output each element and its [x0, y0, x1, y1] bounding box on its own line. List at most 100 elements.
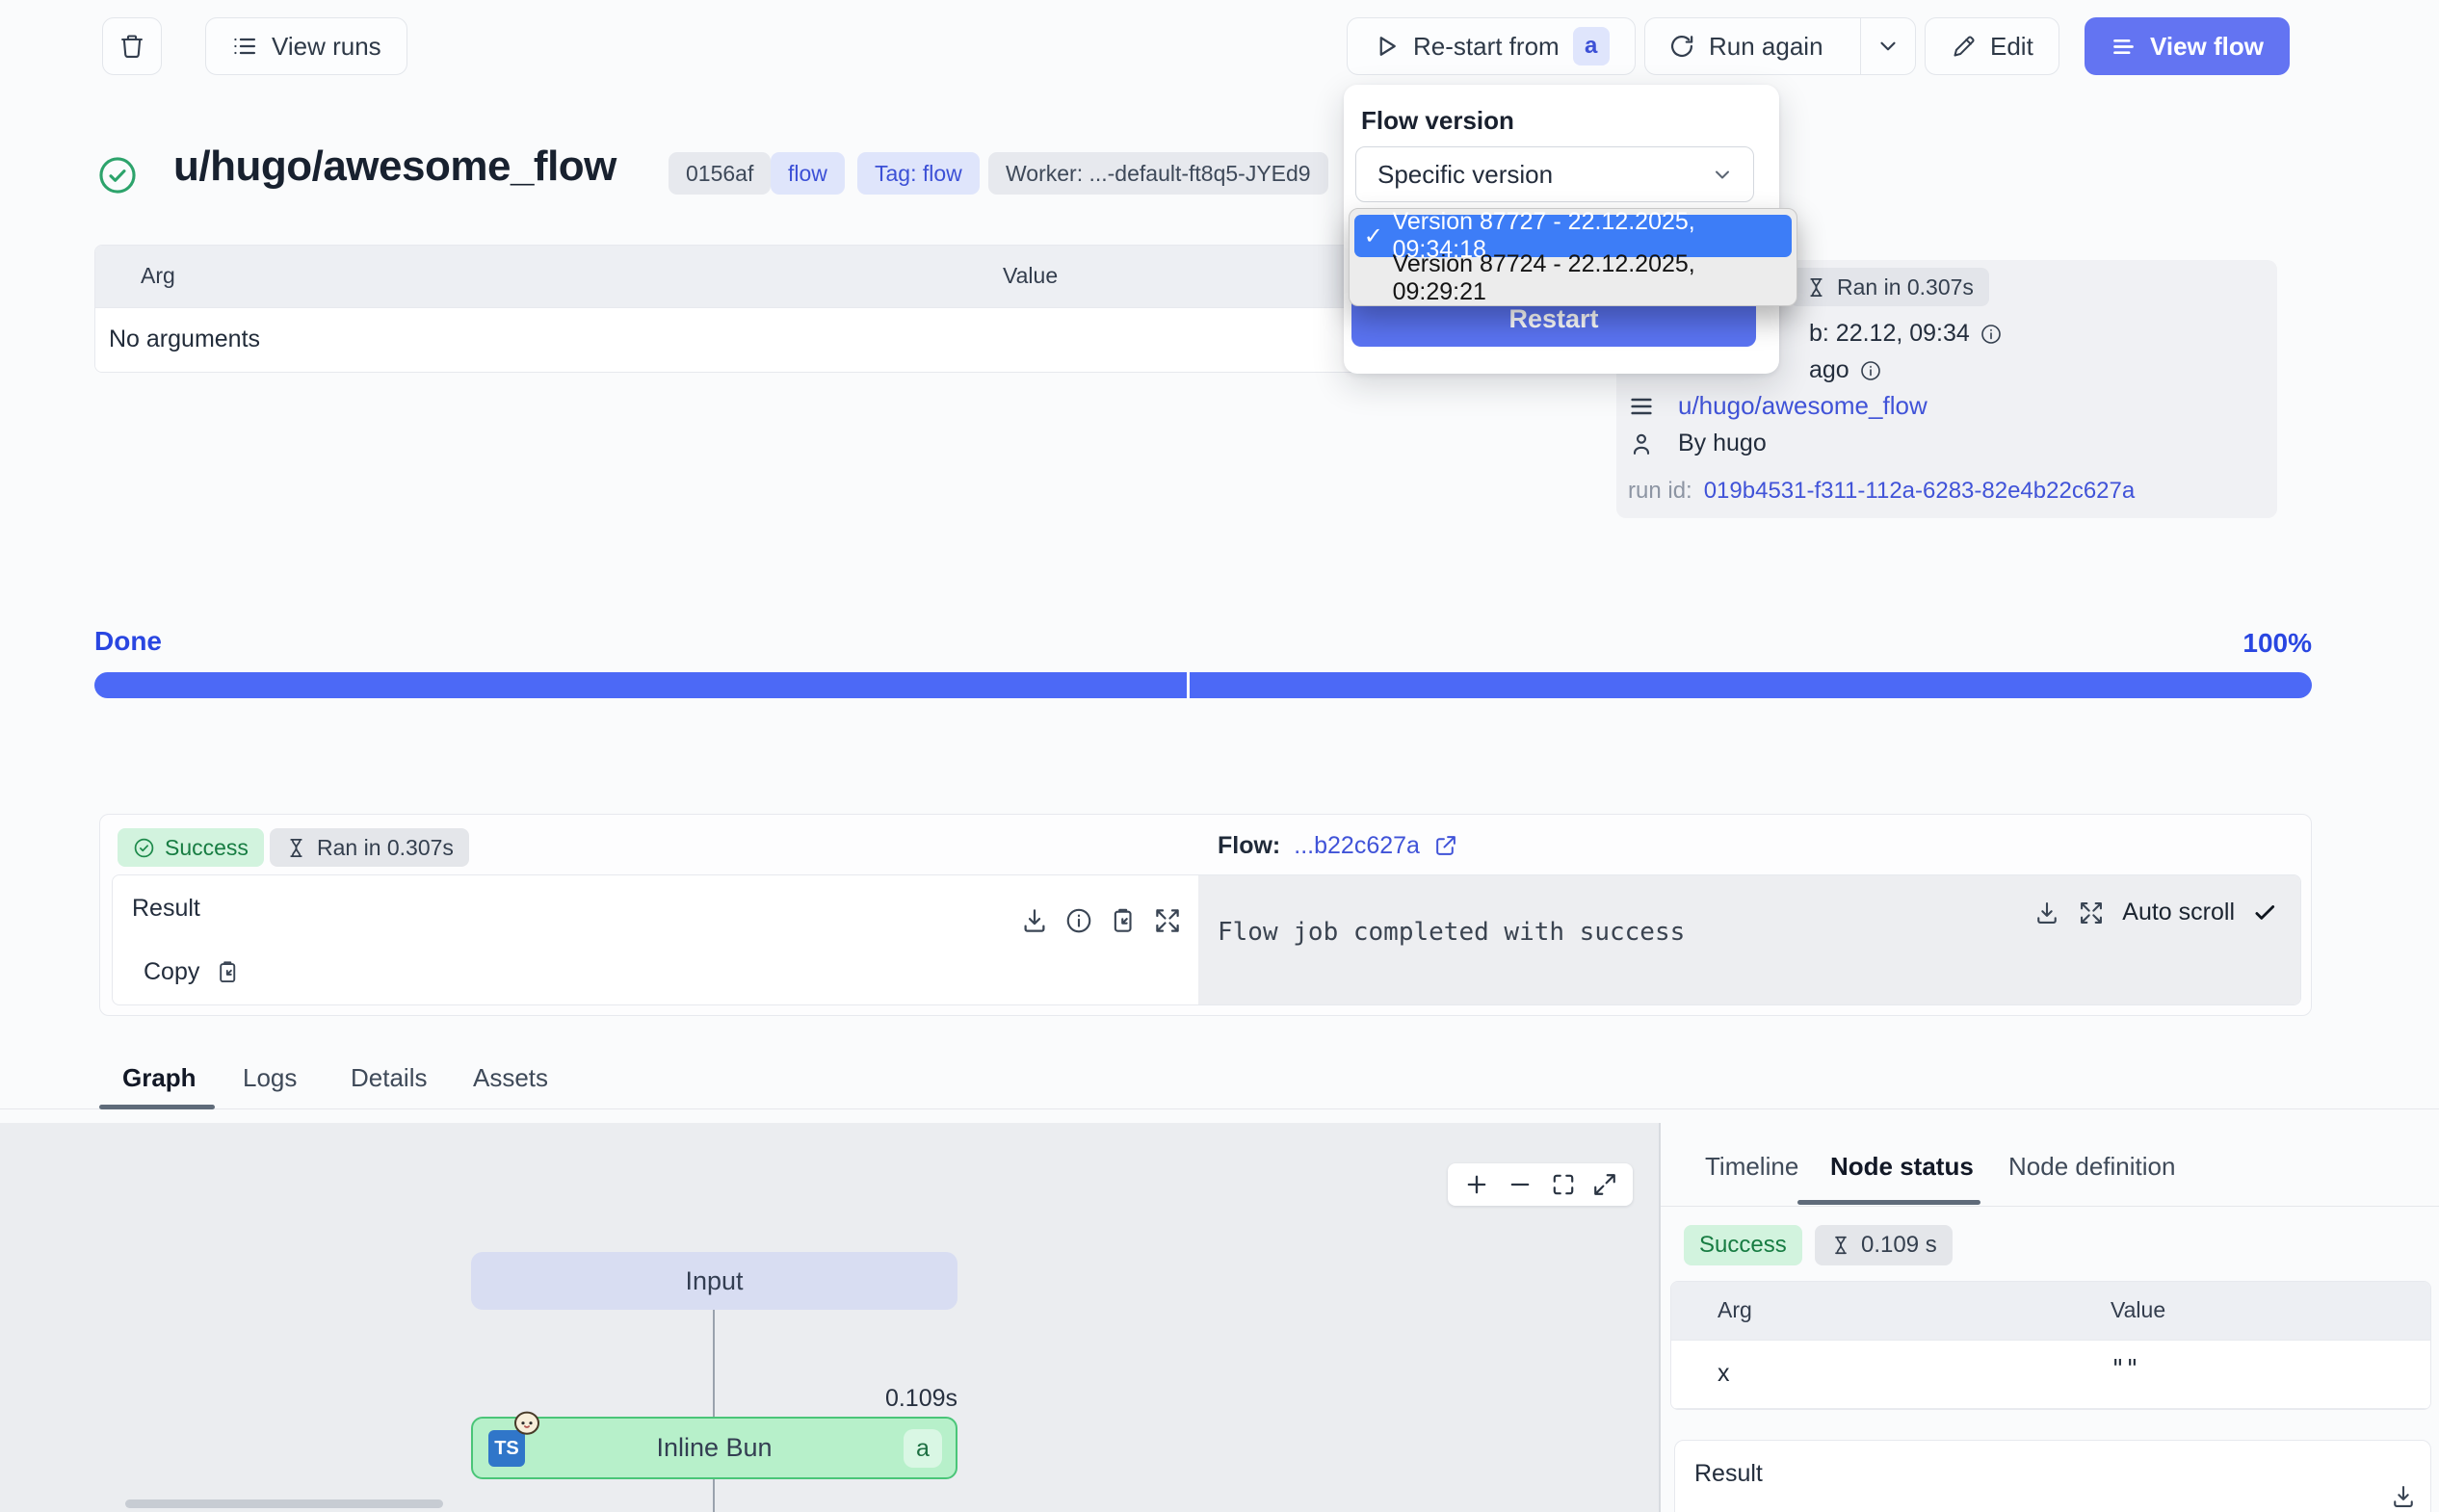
clipboard-copy-icon[interactable] — [1109, 906, 1138, 935]
expand-icon[interactable] — [1153, 906, 1182, 935]
horizontal-scrollbar[interactable] — [125, 1499, 443, 1508]
flow-link-row: Flow: ...b22c627a — [1218, 832, 1457, 860]
view-flow-button[interactable]: View flow — [2085, 17, 2290, 75]
log-output-panel: Flow job completed with success Auto scr… — [1198, 875, 2300, 1004]
view-runs-label: View runs — [272, 32, 381, 62]
auto-scroll-label: Auto scroll — [2122, 899, 2235, 926]
info-icon — [1859, 359, 1882, 382]
bun-icon — [511, 1407, 542, 1438]
hourglass-icon — [285, 837, 307, 859]
arg-column-header: Arg — [1718, 1297, 1752, 1323]
tab-logs[interactable]: Logs — [243, 1063, 297, 1093]
flow-path-link[interactable]: u/hugo/awesome_flow — [1678, 391, 1928, 421]
progress-status: Done — [94, 626, 162, 657]
version-option[interactable]: Version 87724 - 22.12.2025, 09:29:21 — [1354, 257, 1792, 300]
node-duration-label: 0.109s — [765, 1385, 957, 1413]
panel-tabs-divider — [1661, 1206, 2439, 1207]
run-again-button[interactable]: Run again — [1645, 18, 1847, 74]
flow-graph-canvas[interactable]: Input 0.109s TS Inline Bun a — [0, 1123, 1659, 1512]
tabs-divider — [0, 1108, 2439, 1109]
log-text: Flow job completed with success — [1218, 918, 1685, 947]
flow-kind-badge: flow — [771, 152, 845, 195]
copy-result-button[interactable]: Copy — [144, 958, 241, 986]
tab-node-status[interactable]: Node status — [1830, 1152, 1974, 1182]
tag-badge: Tag: flow — [857, 152, 980, 195]
version-select-value: Specific version — [1377, 160, 1553, 190]
arg-column-header: Arg — [141, 263, 175, 289]
version-select[interactable]: Specific version — [1355, 146, 1754, 202]
refresh-icon — [1668, 33, 1695, 60]
zoom-out-icon[interactable] — [1507, 1171, 1534, 1198]
progress-percent: 100% — [2167, 628, 2312, 659]
node-result-card: Result Copy — [1674, 1440, 2431, 1512]
list-icon — [231, 33, 258, 60]
fit-view-icon[interactable] — [1551, 1172, 1576, 1197]
expand-icon[interactable] — [2078, 899, 2105, 926]
node-step-badge-label: a — [916, 1435, 930, 1463]
info-icon — [1980, 323, 2003, 346]
edit-label: Edit — [1990, 32, 2033, 62]
view-runs-button[interactable]: View runs — [205, 17, 407, 75]
run-id-row: run id: 019b4531-f311-112a-6283-82e4b22c… — [1628, 478, 2135, 505]
value-column-header: Value — [2111, 1297, 2165, 1323]
tab-timeline[interactable]: Timeline — [1705, 1152, 1798, 1182]
result-title: Result — [132, 895, 200, 923]
tab-graph[interactable]: Graph — [122, 1063, 197, 1093]
tab-assets[interactable]: Assets — [473, 1063, 548, 1093]
restart-from-button[interactable]: Re-start from a — [1347, 17, 1636, 75]
external-link-icon[interactable] — [1433, 834, 1457, 858]
started-at-text: b: 22.12, 09:34 — [1809, 320, 1970, 348]
flow-version-title: Flow version — [1361, 106, 1514, 136]
zoom-in-icon[interactable] — [1463, 1171, 1490, 1198]
edit-button[interactable]: Edit — [1925, 17, 2059, 75]
download-icon[interactable] — [2390, 1483, 2417, 1510]
flow-run-link[interactable]: ...b22c627a — [1294, 832, 1420, 860]
graph-node-input[interactable]: Input — [471, 1252, 957, 1310]
graph-zoom-controls — [1448, 1163, 1633, 1206]
flow-link-label: Flow: — [1218, 832, 1280, 860]
play-icon — [1373, 33, 1400, 60]
fullscreen-icon[interactable] — [1592, 1172, 1617, 1197]
ago-text: ago — [1809, 356, 1849, 384]
flow-status-label: Success — [165, 835, 249, 861]
tab-details[interactable]: Details — [351, 1063, 427, 1093]
no-arguments-label: No arguments — [109, 326, 260, 353]
selected-check-icon: ✓ — [1354, 222, 1393, 250]
version-option-label: Version 87724 - 22.12.2025, 09:29:21 — [1393, 250, 1792, 306]
run-again-dropdown-button[interactable] — [1860, 18, 1915, 74]
graph-edge — [713, 1479, 715, 1512]
result-toolbar — [1020, 906, 1182, 935]
chevron-down-icon — [1875, 34, 1901, 59]
restart-button-label: Restart — [1508, 304, 1598, 334]
flow-run-page: View runs Re-start from a Run again Edit… — [0, 0, 2439, 1512]
node-duration-badge: 0.109 s — [1815, 1225, 1953, 1265]
info-icon[interactable] — [1064, 906, 1093, 935]
node-status-label: Success — [1699, 1232, 1787, 1259]
hourglass-icon — [1805, 276, 1827, 299]
node-duration-label: 0.109 s — [1861, 1232, 1937, 1259]
download-icon[interactable] — [2033, 899, 2060, 926]
tab-node-definition[interactable]: Node definition — [2008, 1152, 2175, 1182]
log-toolbar: Auto scroll — [2033, 899, 2277, 926]
menu-icon — [2111, 34, 2137, 60]
node-status-panel: Timeline Node status Node definition Suc… — [1661, 1123, 2439, 1512]
ago-row: ago — [1809, 356, 1882, 384]
check-icon[interactable] — [2252, 900, 2277, 925]
run-id-link[interactable]: 019b4531-f311-112a-6283-82e4b22c627a — [1704, 478, 2136, 505]
chevron-down-icon — [1711, 163, 1734, 186]
success-check-icon — [96, 154, 139, 196]
ran-in-badge: Ran in 0.307s — [1790, 268, 1989, 306]
graph-edge — [713, 1310, 715, 1417]
result-title: Result — [1694, 1460, 1763, 1488]
active-tab-underline — [99, 1105, 215, 1109]
pencil-icon — [1951, 34, 1977, 60]
delete-run-button[interactable] — [102, 17, 162, 75]
started-at-row: b: 22.12, 09:34 — [1809, 320, 2003, 348]
version-dropdown-list: ✓ Version 87727 - 22.12.2025, 09:34:18 V… — [1349, 208, 1797, 306]
lines-icon — [1628, 393, 1655, 420]
graph-node-inline-bun[interactable]: TS Inline Bun a — [471, 1417, 957, 1479]
node-arg-row: x "" — [1671, 1341, 2430, 1409]
flow-path-row: u/hugo/awesome_flow — [1628, 391, 1928, 421]
typescript-icon-label: TS — [494, 1438, 519, 1460]
download-icon[interactable] — [1020, 906, 1049, 935]
